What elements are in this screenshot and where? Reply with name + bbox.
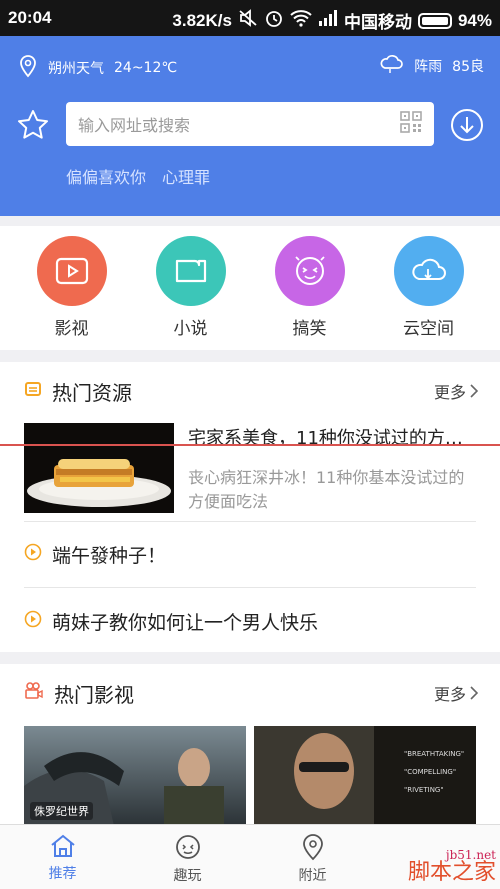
status-time: 20:04 bbox=[8, 8, 52, 27]
home-icon bbox=[50, 834, 75, 857]
article-description: 丧心病狂深井冰！11种你基本没试过的方便面吃法 bbox=[188, 468, 465, 511]
shortcut-label: 影视 bbox=[54, 319, 89, 339]
hot-word-link[interactable]: 心理罪 bbox=[162, 164, 210, 188]
hot-resources-section: 热门资源 更多 宅家系美食，11种你没试过的方便面吃法 丧心病狂深井冰！11种你… bbox=[0, 362, 500, 652]
battery-level: 94% bbox=[457, 10, 492, 30]
nav-label: 趣玩 bbox=[173, 868, 202, 884]
chevron-right-icon bbox=[470, 686, 478, 700]
download-icon[interactable] bbox=[450, 108, 484, 142]
browser-header: 朔州天气 24~12℃ 阵雨 85良 输入网址或搜索 偏偏喜欢你 心理罪 bbox=[0, 36, 500, 216]
wifi-icon bbox=[290, 9, 312, 32]
article-thumbnail bbox=[24, 423, 174, 513]
annotation-line bbox=[0, 444, 500, 446]
weather-info[interactable]: 朔州天气 24~12℃ bbox=[18, 54, 177, 82]
movie-poster[interactable]: "BREATHTAKING" "COMPELLING" "RIVETING" bbox=[254, 726, 476, 826]
mute-icon bbox=[238, 9, 258, 32]
book-icon bbox=[155, 236, 226, 306]
battery-icon bbox=[417, 12, 452, 29]
section-title: 热门资源 bbox=[52, 380, 132, 405]
list-item[interactable]: 萌妹子教你如何让一个男人快乐 bbox=[24, 588, 476, 654]
more-link[interactable]: 更多 bbox=[434, 681, 478, 705]
section-header: 热门影视 更多 bbox=[0, 664, 500, 722]
shortcut-novel[interactable]: 小说 bbox=[143, 226, 239, 350]
list-item-text: 萌妹子教你如何让一个男人快乐 bbox=[52, 611, 319, 634]
resource-icon bbox=[24, 380, 42, 402]
movie-camera-icon bbox=[24, 682, 44, 704]
hot-word-link[interactable]: 偏偏喜欢你 bbox=[66, 164, 146, 188]
nav-label: 附近 bbox=[298, 868, 327, 884]
network-speed: 3.82K/s bbox=[172, 10, 232, 30]
shortcut-video[interactable]: 影视 bbox=[24, 226, 120, 350]
favorites-star-icon[interactable] bbox=[16, 108, 50, 142]
face-icon bbox=[175, 835, 200, 859]
search-input[interactable]: 输入网址或搜索 bbox=[66, 102, 434, 146]
shortcut-grid: 影视 小说 搞笑 云空间 bbox=[0, 226, 500, 350]
nav-tab-fun[interactable]: 趣玩 bbox=[125, 825, 250, 889]
article-title: 宅家系美食，11种你没试过的方便面吃法 bbox=[188, 428, 470, 449]
search-placeholder: 输入网址或搜索 bbox=[78, 116, 191, 135]
weather-condition: 阵雨 bbox=[414, 59, 443, 75]
section-header: 热门资源 更多 bbox=[0, 362, 500, 420]
status-right: 3.82K/s 中国移动 94% bbox=[172, 8, 492, 33]
weather-city: 朔州天气 bbox=[48, 61, 104, 77]
video-icon bbox=[36, 236, 107, 306]
list-item-text: 端午發种子！ bbox=[52, 545, 167, 567]
location-icon bbox=[302, 834, 323, 861]
shortcut-funny[interactable]: 搞笑 bbox=[262, 226, 358, 350]
movie-poster[interactable]: 侏罗纪世界 bbox=[24, 726, 246, 826]
article-card[interactable]: 宅家系美食，11种你没试过的方便面吃法 丧心病狂深井冰！11种你基本没试过的方便… bbox=[24, 420, 476, 522]
svg-text:"RIVETING": "RIVETING" bbox=[404, 786, 444, 794]
hot-search-words: 偏偏喜欢你 心理罪 bbox=[66, 164, 210, 188]
cloud-icon bbox=[393, 236, 464, 306]
carrier-name: 中国移动 bbox=[343, 13, 412, 32]
more-label: 更多 bbox=[433, 685, 466, 704]
weather-temperature: 24~12℃ bbox=[114, 60, 178, 76]
site-watermark: jb51.net 脚本之家 bbox=[407, 846, 496, 885]
weather-condition-area[interactable]: 阵雨 85良 bbox=[378, 54, 484, 78]
nav-tab-nearby[interactable]: 附近 bbox=[250, 825, 375, 889]
shortcut-label: 云空间 bbox=[403, 319, 454, 339]
list-item[interactable]: 端午發种子！ bbox=[24, 522, 476, 588]
watermark-text: 脚本之家 bbox=[407, 860, 496, 885]
status-bar: 20:04 3.82K/s 中国移动 94% bbox=[0, 0, 500, 36]
hot-movies-section: 热门影视 更多 侏罗纪世界 "BREATHTAKING" "COMPELLING… bbox=[0, 664, 500, 826]
more-label: 更多 bbox=[433, 383, 466, 402]
smile-icon bbox=[274, 236, 345, 306]
poster-tag: 侏罗纪世界 bbox=[30, 802, 93, 820]
location-pin-icon bbox=[18, 54, 38, 82]
play-circle-icon bbox=[24, 610, 42, 633]
shortcut-label: 小说 bbox=[173, 319, 208, 339]
section-title: 热门影视 bbox=[54, 682, 134, 707]
shortcut-cloud-space[interactable]: 云空间 bbox=[381, 226, 477, 350]
nav-label: 推荐 bbox=[48, 866, 77, 882]
movie-posters: 侏罗纪世界 "BREATHTAKING" "COMPELLING" "RIVET… bbox=[24, 726, 476, 826]
chevron-right-icon bbox=[470, 384, 478, 398]
more-link[interactable]: 更多 bbox=[434, 379, 478, 403]
play-circle-icon bbox=[24, 543, 42, 566]
signal-icon bbox=[318, 10, 338, 31]
shortcut-label: 搞笑 bbox=[292, 319, 327, 339]
air-quality: 85良 bbox=[452, 59, 484, 75]
svg-text:"BREATHTAKING": "BREATHTAKING" bbox=[404, 750, 464, 758]
svg-text:"COMPELLING": "COMPELLING" bbox=[404, 768, 456, 776]
alarm-icon bbox=[264, 8, 284, 33]
nav-tab-recommend[interactable]: 推荐 bbox=[0, 825, 125, 889]
qr-scan-icon[interactable] bbox=[400, 111, 422, 137]
cloud-rain-icon bbox=[378, 54, 404, 78]
